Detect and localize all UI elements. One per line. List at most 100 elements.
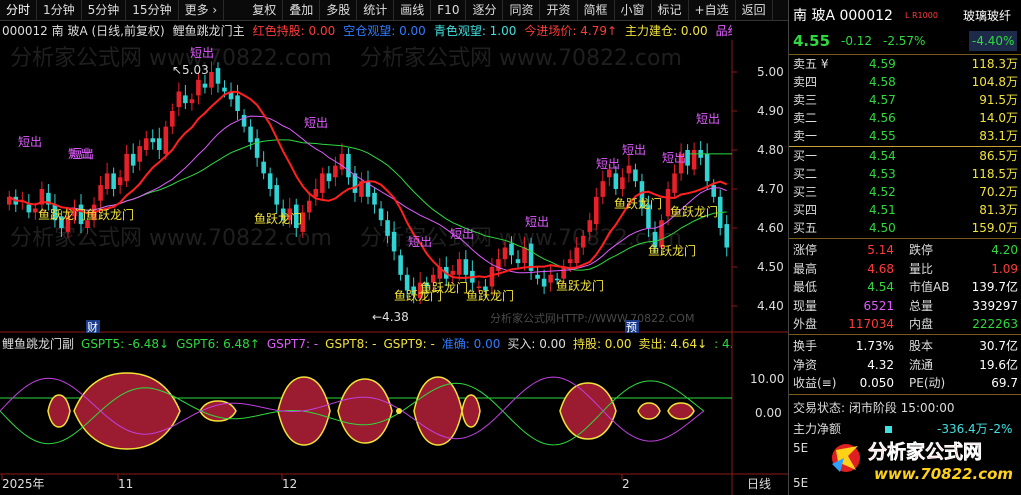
main-header-item-7: 品红3◇ bbox=[715, 24, 732, 38]
kline-chart-area[interactable]: 分析家公式网 www.70822.com 分析家公式网 www.70822.com… bbox=[0, 40, 788, 495]
candle-body bbox=[326, 173, 332, 182]
candle-body bbox=[156, 138, 162, 150]
toolbar-button-8[interactable]: 开资 bbox=[540, 0, 578, 20]
order-volume: 118.5万 bbox=[971, 167, 1018, 181]
period-toolbar: 分时 1分钟 5分钟 15分钟 更多 › 复权 叠加 多股 统计 画线 F10 逐分 同资 开资 简框 小窗标… bbox=[0, 0, 788, 21]
toolbar-button-2[interactable]: 多股 bbox=[320, 0, 358, 20]
stat-value: 19.6亿 bbox=[979, 357, 1018, 372]
candle-body bbox=[124, 153, 129, 182]
candle-body bbox=[535, 274, 540, 279]
toolbar-button-12[interactable]: +自选 bbox=[689, 0, 736, 20]
date-tick: 12 bbox=[282, 477, 297, 491]
quote-panel: 南 玻A 000012 L R1000 玻璃玻纤 4.55 -0.12 -2.5… bbox=[788, 0, 1021, 495]
candle-body bbox=[476, 286, 482, 288]
candle-body bbox=[548, 274, 553, 283]
osc-tick: 10.00 bbox=[750, 372, 784, 386]
candle-body bbox=[111, 173, 116, 189]
stat-label: 最高 bbox=[793, 261, 818, 276]
jump-gate-label: 鱼跃龙门 bbox=[420, 280, 468, 295]
order-volume: 83.1万 bbox=[979, 129, 1018, 143]
fundamental-row-0: 换手 1.73% 股本 30.7亿 bbox=[789, 338, 1021, 355]
jump-gate-label: 鱼跃龙门 bbox=[466, 288, 514, 303]
order-price: 4.51 bbox=[869, 203, 896, 217]
stat-value: 1.09 bbox=[991, 261, 1018, 276]
sell-level-2: 卖二 4.56 14.0万 bbox=[789, 110, 1021, 127]
candle-body bbox=[450, 270, 456, 275]
date-tick: 11 bbox=[118, 477, 133, 491]
toolbar-button-6[interactable]: 逐分 bbox=[466, 0, 504, 20]
toolbar-button-4[interactable]: 画线 bbox=[394, 0, 432, 20]
period-tab-1[interactable]: 1分钟 bbox=[37, 0, 82, 20]
divider bbox=[789, 54, 1021, 55]
oscillator-fill bbox=[559, 382, 617, 440]
sell-level-3: 卖三 4.57 91.5万 bbox=[789, 92, 1021, 109]
price-change: -0.12 bbox=[841, 34, 873, 48]
toolbar-button-0[interactable]: 复权 bbox=[246, 0, 284, 20]
toolbar-button-11[interactable]: 标记 bbox=[652, 0, 689, 20]
candle-body bbox=[515, 259, 521, 264]
candle-body bbox=[346, 153, 351, 178]
toolbar-button-9[interactable]: 简框 bbox=[578, 0, 615, 20]
candle-body bbox=[176, 91, 182, 108]
order-label: 买一 bbox=[793, 149, 818, 163]
fund-flow-cut-label-2: 5E bbox=[793, 476, 809, 490]
candle-body bbox=[672, 173, 677, 193]
candle-body bbox=[509, 243, 514, 256]
buy-level-3: 买三 4.52 70.2万 bbox=[789, 184, 1021, 201]
candle-body bbox=[209, 72, 214, 88]
stat-row-1: 最高 4.68 量比 1.09 bbox=[789, 261, 1021, 278]
period-tab-0[interactable]: 分时 bbox=[0, 0, 38, 20]
stat-value: 117034 bbox=[848, 317, 894, 331]
candle-body bbox=[254, 138, 260, 158]
short-exit-label: 短出 bbox=[190, 46, 214, 60]
divider bbox=[789, 146, 1021, 147]
toolbar-button-3[interactable]: 统计 bbox=[357, 0, 395, 20]
osc-tick: 0.00 bbox=[755, 406, 782, 420]
candle-body bbox=[378, 208, 384, 221]
jump-gate-label: 鱼跃龙门 bbox=[614, 196, 662, 211]
toolbar-button-7[interactable]: 同资 bbox=[503, 0, 541, 20]
candle-body bbox=[541, 278, 547, 287]
stat-row-4: 外盘 117034 内盘 222263 bbox=[789, 316, 1021, 333]
stat-value: 222263 bbox=[972, 317, 1018, 331]
main-header-item-0: 000012 南 玻A (日线,前复权) bbox=[2, 24, 165, 38]
sector-name[interactable]: 玻璃玻纤 bbox=[963, 6, 1011, 26]
order-price: 4.59 bbox=[869, 57, 896, 71]
candle-body bbox=[620, 177, 625, 189]
main-header-item-6: 主力建仓: 0.00 bbox=[625, 24, 708, 38]
period-tab-4[interactable]: 更多 › bbox=[179, 0, 225, 20]
candle-body bbox=[183, 95, 188, 104]
stat-row-0: 涨停 5.14 跌停 4.20 bbox=[789, 242, 1021, 259]
main-header-item-2: 红色持股: 0.00 bbox=[252, 24, 336, 38]
period-tab-2[interactable]: 5分钟 bbox=[82, 0, 127, 20]
jump-gate-label: 鱼跃龙门 bbox=[556, 278, 604, 293]
toolbar-button-13[interactable]: 返回 bbox=[736, 0, 773, 20]
order-price: 4.53 bbox=[869, 167, 896, 181]
toolbar-gap bbox=[224, 0, 246, 20]
candle-body bbox=[711, 185, 716, 197]
candle-body bbox=[170, 111, 175, 127]
stat-value: 6521 bbox=[863, 298, 894, 313]
candle-body bbox=[196, 79, 201, 96]
buy-level-2: 买二 4.53 118.5万 bbox=[789, 166, 1021, 183]
main-header-item-3: 空仓观望: 0.00 bbox=[343, 24, 426, 38]
candle-body bbox=[189, 99, 195, 104]
candle-body bbox=[26, 204, 32, 213]
toolbar-button-10[interactable]: 小窗 bbox=[615, 0, 652, 20]
site-logo: 分析家公式网 www.70822.com bbox=[832, 440, 1013, 483]
toolbar-button-1[interactable]: 叠加 bbox=[283, 0, 321, 20]
toolbar-button-5[interactable]: F10 bbox=[431, 0, 467, 20]
watermark: 分析家公式网 www.70822.com bbox=[10, 226, 332, 251]
candle-body bbox=[248, 126, 253, 143]
sector-change-pct: -4.40% bbox=[969, 31, 1018, 51]
stat-row-2: 最低 4.54 市值AB 139.7亿 bbox=[789, 279, 1021, 296]
candle-body bbox=[613, 173, 619, 189]
order-label: 卖五 ¥ bbox=[793, 57, 829, 71]
candle-body bbox=[522, 247, 527, 264]
stat-row-3: 现量 6521 总量 339297 bbox=[789, 298, 1021, 315]
fundamental-row-2: 收益(≡) 0.050 PE(动) 69.7 bbox=[789, 375, 1021, 392]
period-tab-3[interactable]: 15分钟 bbox=[126, 0, 179, 20]
logo-text: 分析家公式网 bbox=[868, 440, 982, 463]
stock-badge: L R1000 bbox=[905, 11, 938, 20]
short-exit-label: 短出 bbox=[18, 135, 42, 149]
